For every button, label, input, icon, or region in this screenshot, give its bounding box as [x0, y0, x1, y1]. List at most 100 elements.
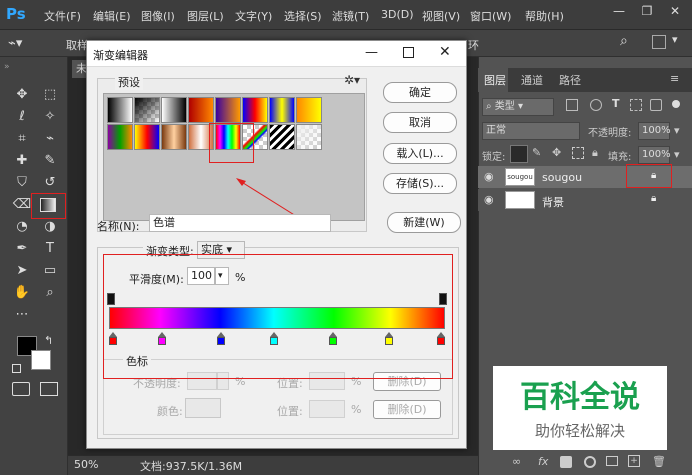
load-button[interactable]: 载入(L)...	[383, 143, 457, 164]
workspace-icon[interactable]	[652, 35, 666, 49]
maximize-icon[interactable]	[403, 47, 414, 58]
gradient-preset-swatch[interactable]	[188, 97, 214, 123]
mask-icon[interactable]	[560, 456, 572, 468]
blend-mode-select[interactable]: 正常	[482, 122, 580, 140]
minimize-icon[interactable]: —	[365, 45, 378, 60]
menu-item-6[interactable]: 滤镜(T)	[332, 8, 369, 24]
gradient-preset-swatch[interactable]	[161, 124, 187, 150]
panel-menu-icon[interactable]: ≡	[670, 72, 679, 85]
gradient-preset-swatch[interactable]	[161, 97, 187, 123]
eye-icon[interactable]: ◉	[484, 170, 494, 183]
eraser-tool-icon[interactable]: ⌫	[12, 195, 32, 215]
blur-tool-icon[interactable]: ◔	[12, 217, 32, 237]
stamp-tool-icon[interactable]: ⛉	[12, 173, 32, 193]
menu-item-0[interactable]: 文件(F)	[44, 8, 81, 24]
gradient-preset-swatch[interactable]	[107, 97, 133, 123]
lock-position-icon[interactable]: ✥	[552, 146, 561, 159]
eye-icon[interactable]: ◉	[484, 193, 494, 206]
history-brush-tool-icon[interactable]: ↺	[40, 173, 60, 193]
close-icon[interactable]: ✕	[439, 44, 451, 60]
menu-item-1[interactable]: 编辑(E)	[93, 8, 131, 24]
filter-toggle-icon[interactable]	[672, 100, 680, 108]
menu-item-4[interactable]: 文字(Y)	[235, 8, 272, 24]
filter-adjust-icon[interactable]	[590, 99, 602, 111]
gradient-preset-swatch[interactable]	[269, 124, 295, 150]
gradient-preset-swatch[interactable]	[242, 97, 268, 123]
more-tools-icon[interactable]: ⋯	[12, 305, 32, 325]
gradient-preset-swatch[interactable]	[134, 97, 160, 123]
tab-layers[interactable]: 图层	[484, 72, 506, 88]
move-tool-icon[interactable]: ✥	[12, 85, 32, 105]
maximize-button[interactable]: ❐	[636, 4, 658, 24]
gradient-preset-swatch[interactable]	[134, 124, 160, 150]
new-layer-icon[interactable]: +	[628, 455, 640, 467]
gradient-preset-swatch[interactable]	[107, 124, 133, 150]
fill-input[interactable]: 100%	[638, 146, 671, 164]
save-button[interactable]: 存储(S)...	[383, 173, 457, 194]
ok-button[interactable]: 确定	[383, 82, 457, 103]
chevron-down-icon[interactable]: ▾	[674, 124, 680, 137]
swap-colors-icon[interactable]: ↰	[44, 334, 53, 347]
quick-mask-icon[interactable]	[12, 382, 30, 396]
brush-tool-icon[interactable]: ✎	[40, 151, 60, 171]
crop-tool-icon[interactable]: ⌗	[12, 129, 32, 149]
name-input[interactable]: 色谱	[149, 214, 331, 232]
lasso-tool-icon[interactable]: ℓ	[12, 107, 32, 127]
menu-item-3[interactable]: 图层(L)	[187, 8, 224, 24]
chevron-down-icon[interactable]: ▾	[674, 148, 680, 161]
type-tool-icon[interactable]: T	[40, 239, 60, 259]
lock-all-icon[interactable]: 🔒︎	[592, 146, 598, 160]
gradient-preset-swatch[interactable]	[296, 97, 322, 123]
hand-tool-icon[interactable]: ✋	[12, 283, 32, 303]
pen-tool-icon[interactable]: ✒	[12, 239, 32, 259]
minimize-button[interactable]: —	[608, 4, 630, 24]
menu-item-2[interactable]: 图像(I)	[141, 8, 175, 24]
gradient-preset-swatch[interactable]	[269, 97, 295, 123]
menu-item-8[interactable]: 视图(V)	[422, 8, 460, 24]
chevron-down-icon[interactable]: ▾	[672, 33, 688, 51]
tab-paths[interactable]: 路径	[559, 72, 581, 88]
menu-item-5[interactable]: 选择(S)	[284, 8, 322, 24]
marquee-tool-icon[interactable]: ⬚	[40, 85, 60, 105]
tab-channels[interactable]: 通道	[521, 72, 543, 88]
gradient-preset-swatch[interactable]	[215, 97, 241, 123]
zoom-level[interactable]: 50%	[74, 458, 104, 471]
layer-name[interactable]: sougou	[542, 171, 582, 184]
healing-tool-icon[interactable]: ✚	[12, 151, 32, 171]
new-button[interactable]: 新建(W)	[387, 212, 461, 233]
default-colors-icon[interactable]	[12, 364, 21, 373]
adjustment-icon[interactable]	[584, 456, 596, 468]
filter-shape-icon[interactable]	[630, 99, 642, 111]
menu-item-7[interactable]: 3D(D)	[381, 8, 414, 21]
background-color-swatch[interactable]	[31, 350, 51, 370]
rectangle-tool-icon[interactable]: ▭	[40, 261, 60, 281]
lock-pixels-icon[interactable]: ✎	[532, 146, 541, 159]
menu-item-10[interactable]: 帮助(H)	[525, 8, 564, 24]
path-select-tool-icon[interactable]: ➤	[12, 261, 32, 281]
link-icon[interactable]: ∞	[512, 455, 521, 468]
lock-artboard-icon[interactable]	[572, 147, 584, 159]
menu-item-9[interactable]: 窗口(W)	[470, 8, 511, 24]
filter-smart-icon[interactable]	[650, 99, 662, 111]
zoom-tool-icon[interactable]: ⌕	[40, 283, 60, 303]
folder-icon[interactable]	[606, 456, 618, 466]
trash-icon[interactable]: 🗑︎	[652, 455, 666, 468]
fx-icon[interactable]: fx	[538, 455, 548, 468]
cancel-button[interactable]: 取消	[383, 112, 457, 133]
quick-select-tool-icon[interactable]: ✧	[40, 107, 60, 127]
layer-filter-select[interactable]: ⌕ 类型 ▾	[482, 98, 554, 116]
toolbox-collapse-icon[interactable]: »	[4, 62, 10, 72]
screen-mode-icon[interactable]	[40, 382, 58, 396]
filter-pixel-icon[interactable]	[566, 99, 578, 111]
lock-transparency-icon[interactable]	[510, 145, 528, 163]
opacity-input[interactable]: 100%	[638, 122, 671, 140]
dodge-tool-icon[interactable]: ◑	[40, 217, 60, 237]
eyedropper-icon[interactable]: ⌁▾	[8, 34, 38, 54]
layer-name[interactable]: 背景	[542, 194, 564, 210]
close-app-button[interactable]: ✕	[664, 4, 686, 24]
gear-icon[interactable]: ✲▾	[344, 73, 360, 87]
eyedropper-tool-icon[interactable]: ⌁	[40, 129, 60, 149]
search-icon[interactable]: ⌕	[620, 33, 640, 53]
gradient-preset-swatch[interactable]	[296, 124, 322, 150]
filter-type-icon[interactable]: T	[612, 97, 620, 110]
